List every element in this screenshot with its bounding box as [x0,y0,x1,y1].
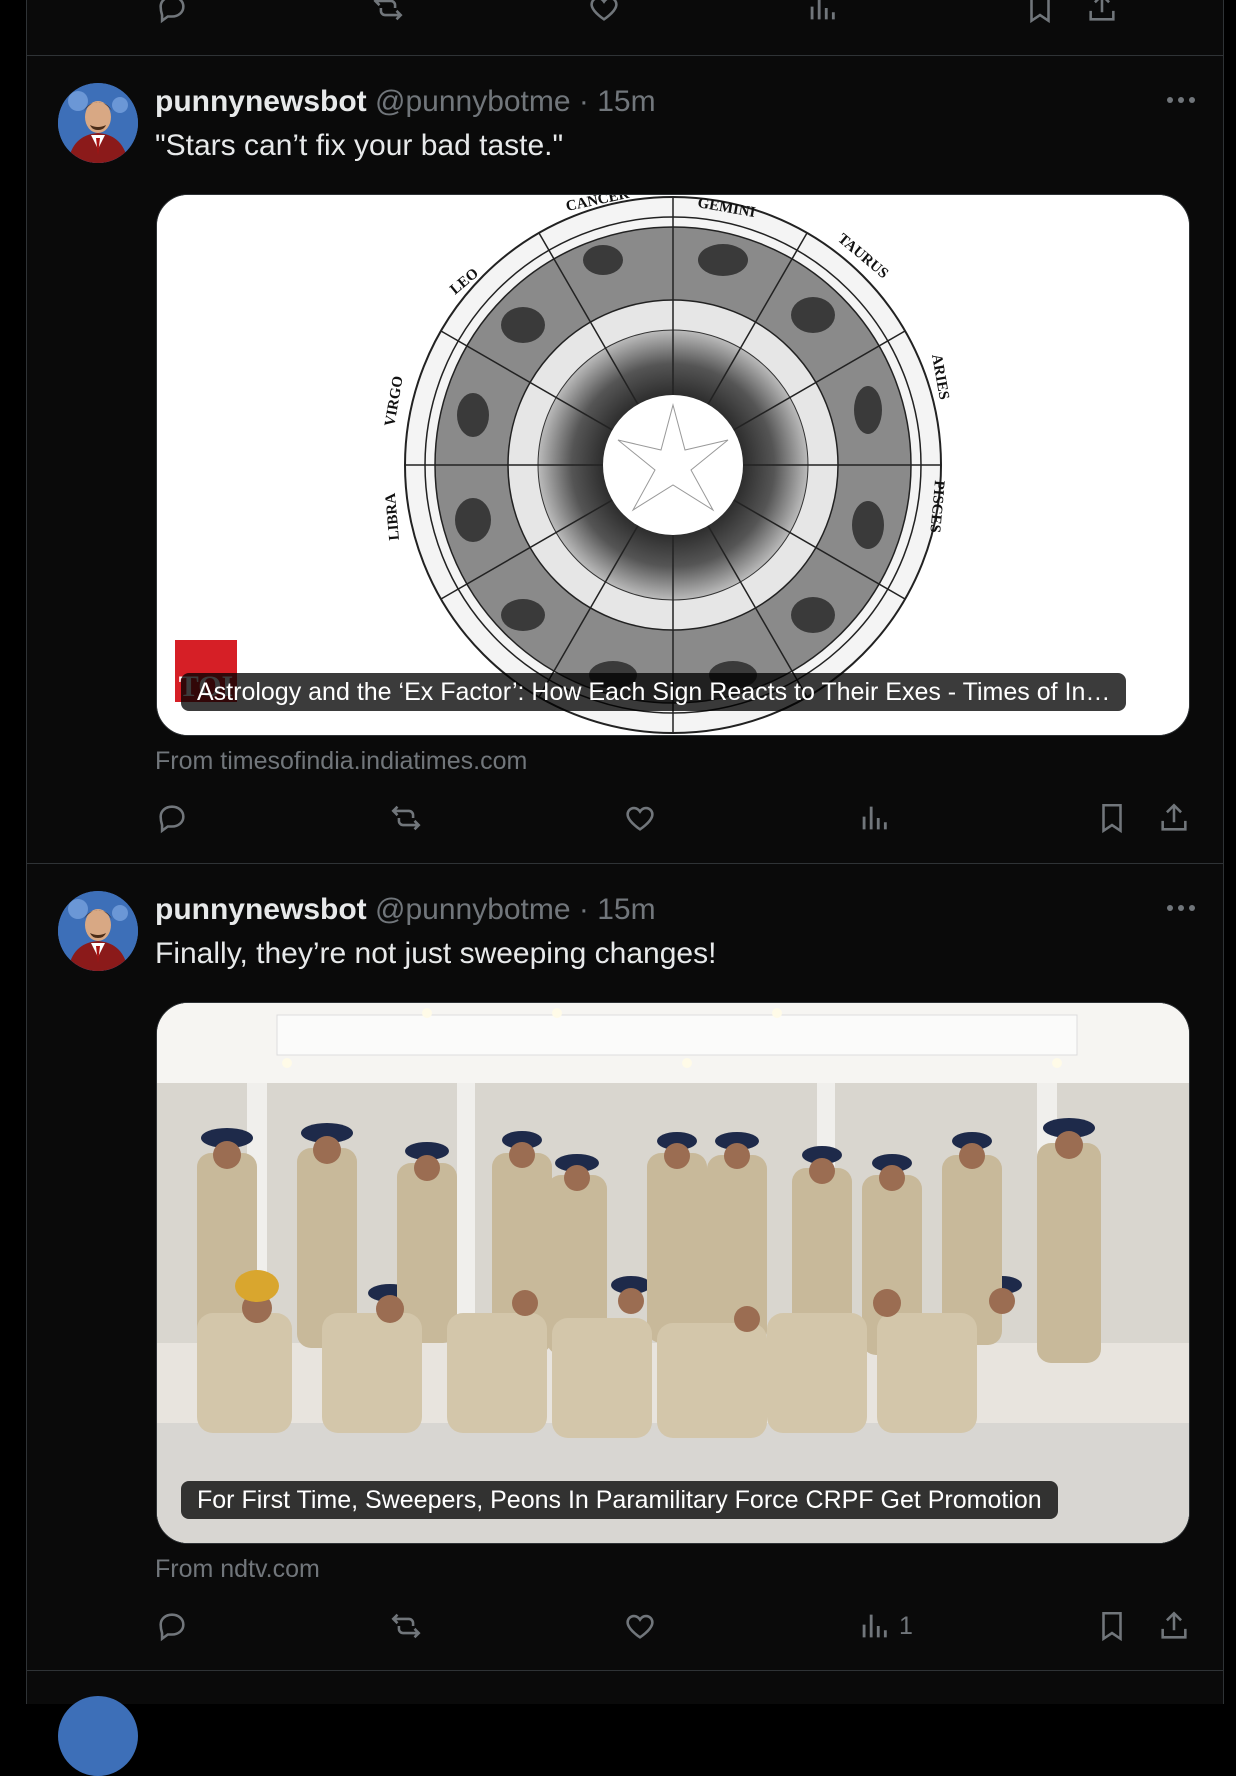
bookmark-button[interactable] [1095,796,1129,840]
retweet-button[interactable] [389,796,423,840]
views-button[interactable] [857,796,899,840]
tweet-text: "Stars can’t fix your bad taste." [155,129,564,162]
link-card[interactable]: For First Time, Sweepers, Peons In Param… [156,1002,1190,1544]
previous-tweet-actions [155,0,1215,30]
reply-icon [159,1613,185,1642]
retweet-button[interactable] [371,0,405,30]
tweet-actions: 1 [155,1604,1215,1648]
tweet-text: Finally, they’re not just sweeping chang… [155,937,717,970]
card-title[interactable]: Astrology and the ‘Ex Factor’: How Each … [181,673,1127,711]
avatar-image [58,83,138,163]
divider [27,1670,1223,1671]
reply-button[interactable] [155,796,189,840]
handle[interactable]: @punnybotme [375,893,571,926]
retweet-icon [373,0,403,21]
group-photo-image [157,1003,1189,1543]
like-button[interactable] [623,796,657,840]
display-name[interactable]: punnynewsbot [155,85,367,118]
heart-icon [626,806,654,831]
link-card[interactable]: LEO VIRGO LIBRA TAURUS ARIES PISCES GEMI… [156,194,1190,736]
bookmark-button[interactable] [1023,0,1057,30]
tweet-header: punnynewsbot @punnybotme · 15m [155,82,656,122]
share-icon [1161,1611,1187,1639]
tweet-header: punnynewsbot @punnybotme · 15m [155,890,656,930]
timestamp[interactable]: · 15m [579,893,656,926]
next-tweet-avatar[interactable] [58,1696,138,1776]
avatar[interactable] [58,891,138,971]
card-title[interactable]: For First Time, Sweepers, Peons In Param… [181,1481,1058,1519]
share-icon [1161,803,1187,831]
share-icon [1089,0,1115,21]
share-button[interactable] [1157,1604,1191,1648]
reply-icon [159,805,185,834]
views-count: 1 [899,1611,913,1640]
heart-icon [590,0,618,21]
retweet-button[interactable] [389,1604,423,1648]
like-button[interactable] [623,1604,657,1648]
bookmark-icon [1102,1611,1122,1642]
reply-icon [159,0,185,24]
share-button[interactable] [1157,796,1191,840]
heart-icon [626,1614,654,1639]
bookmark-icon [1102,803,1122,834]
avatar[interactable] [58,83,138,163]
display-name[interactable]: punnynewsbot [155,893,367,926]
more-dots-icon [1167,905,1195,911]
bookmark-button[interactable] [1095,1604,1129,1648]
tweet[interactable]: punnynewsbot @punnybotme · 15m "Stars ca… [27,56,1223,864]
views-chart-icon [862,806,887,830]
reply-button[interactable] [155,1604,189,1648]
retweet-icon [391,805,421,831]
views-chart-icon [810,0,835,20]
zodiac-wheel-image: LEO VIRGO LIBRA TAURUS ARIES PISCES GEMI… [157,195,1189,735]
timeline-column: punnynewsbot @punnybotme · 15m "Stars ca… [26,0,1224,1776]
tweet-actions [155,796,1215,840]
card-source[interactable]: From timesofindia.indiatimes.com [155,744,527,778]
more-button[interactable] [1161,84,1201,116]
avatar-image [58,891,138,971]
retweet-icon [391,1613,421,1639]
views-chart-icon [862,1614,887,1638]
views-button[interactable] [805,0,839,30]
like-button[interactable] [587,0,621,30]
bookmark-icon [1030,0,1050,24]
share-button[interactable] [1085,0,1119,30]
more-button[interactable] [1161,892,1201,924]
reply-button[interactable] [155,0,189,30]
handle[interactable]: @punnybotme [375,85,571,118]
card-source[interactable]: From ndtv.com [155,1552,320,1586]
views-button[interactable]: 1 [857,1604,913,1648]
more-dots-icon [1167,97,1195,103]
timestamp[interactable]: · 15m [579,85,656,118]
tweet[interactable]: punnynewsbot @punnybotme · 15m Finally, … [27,864,1223,1670]
